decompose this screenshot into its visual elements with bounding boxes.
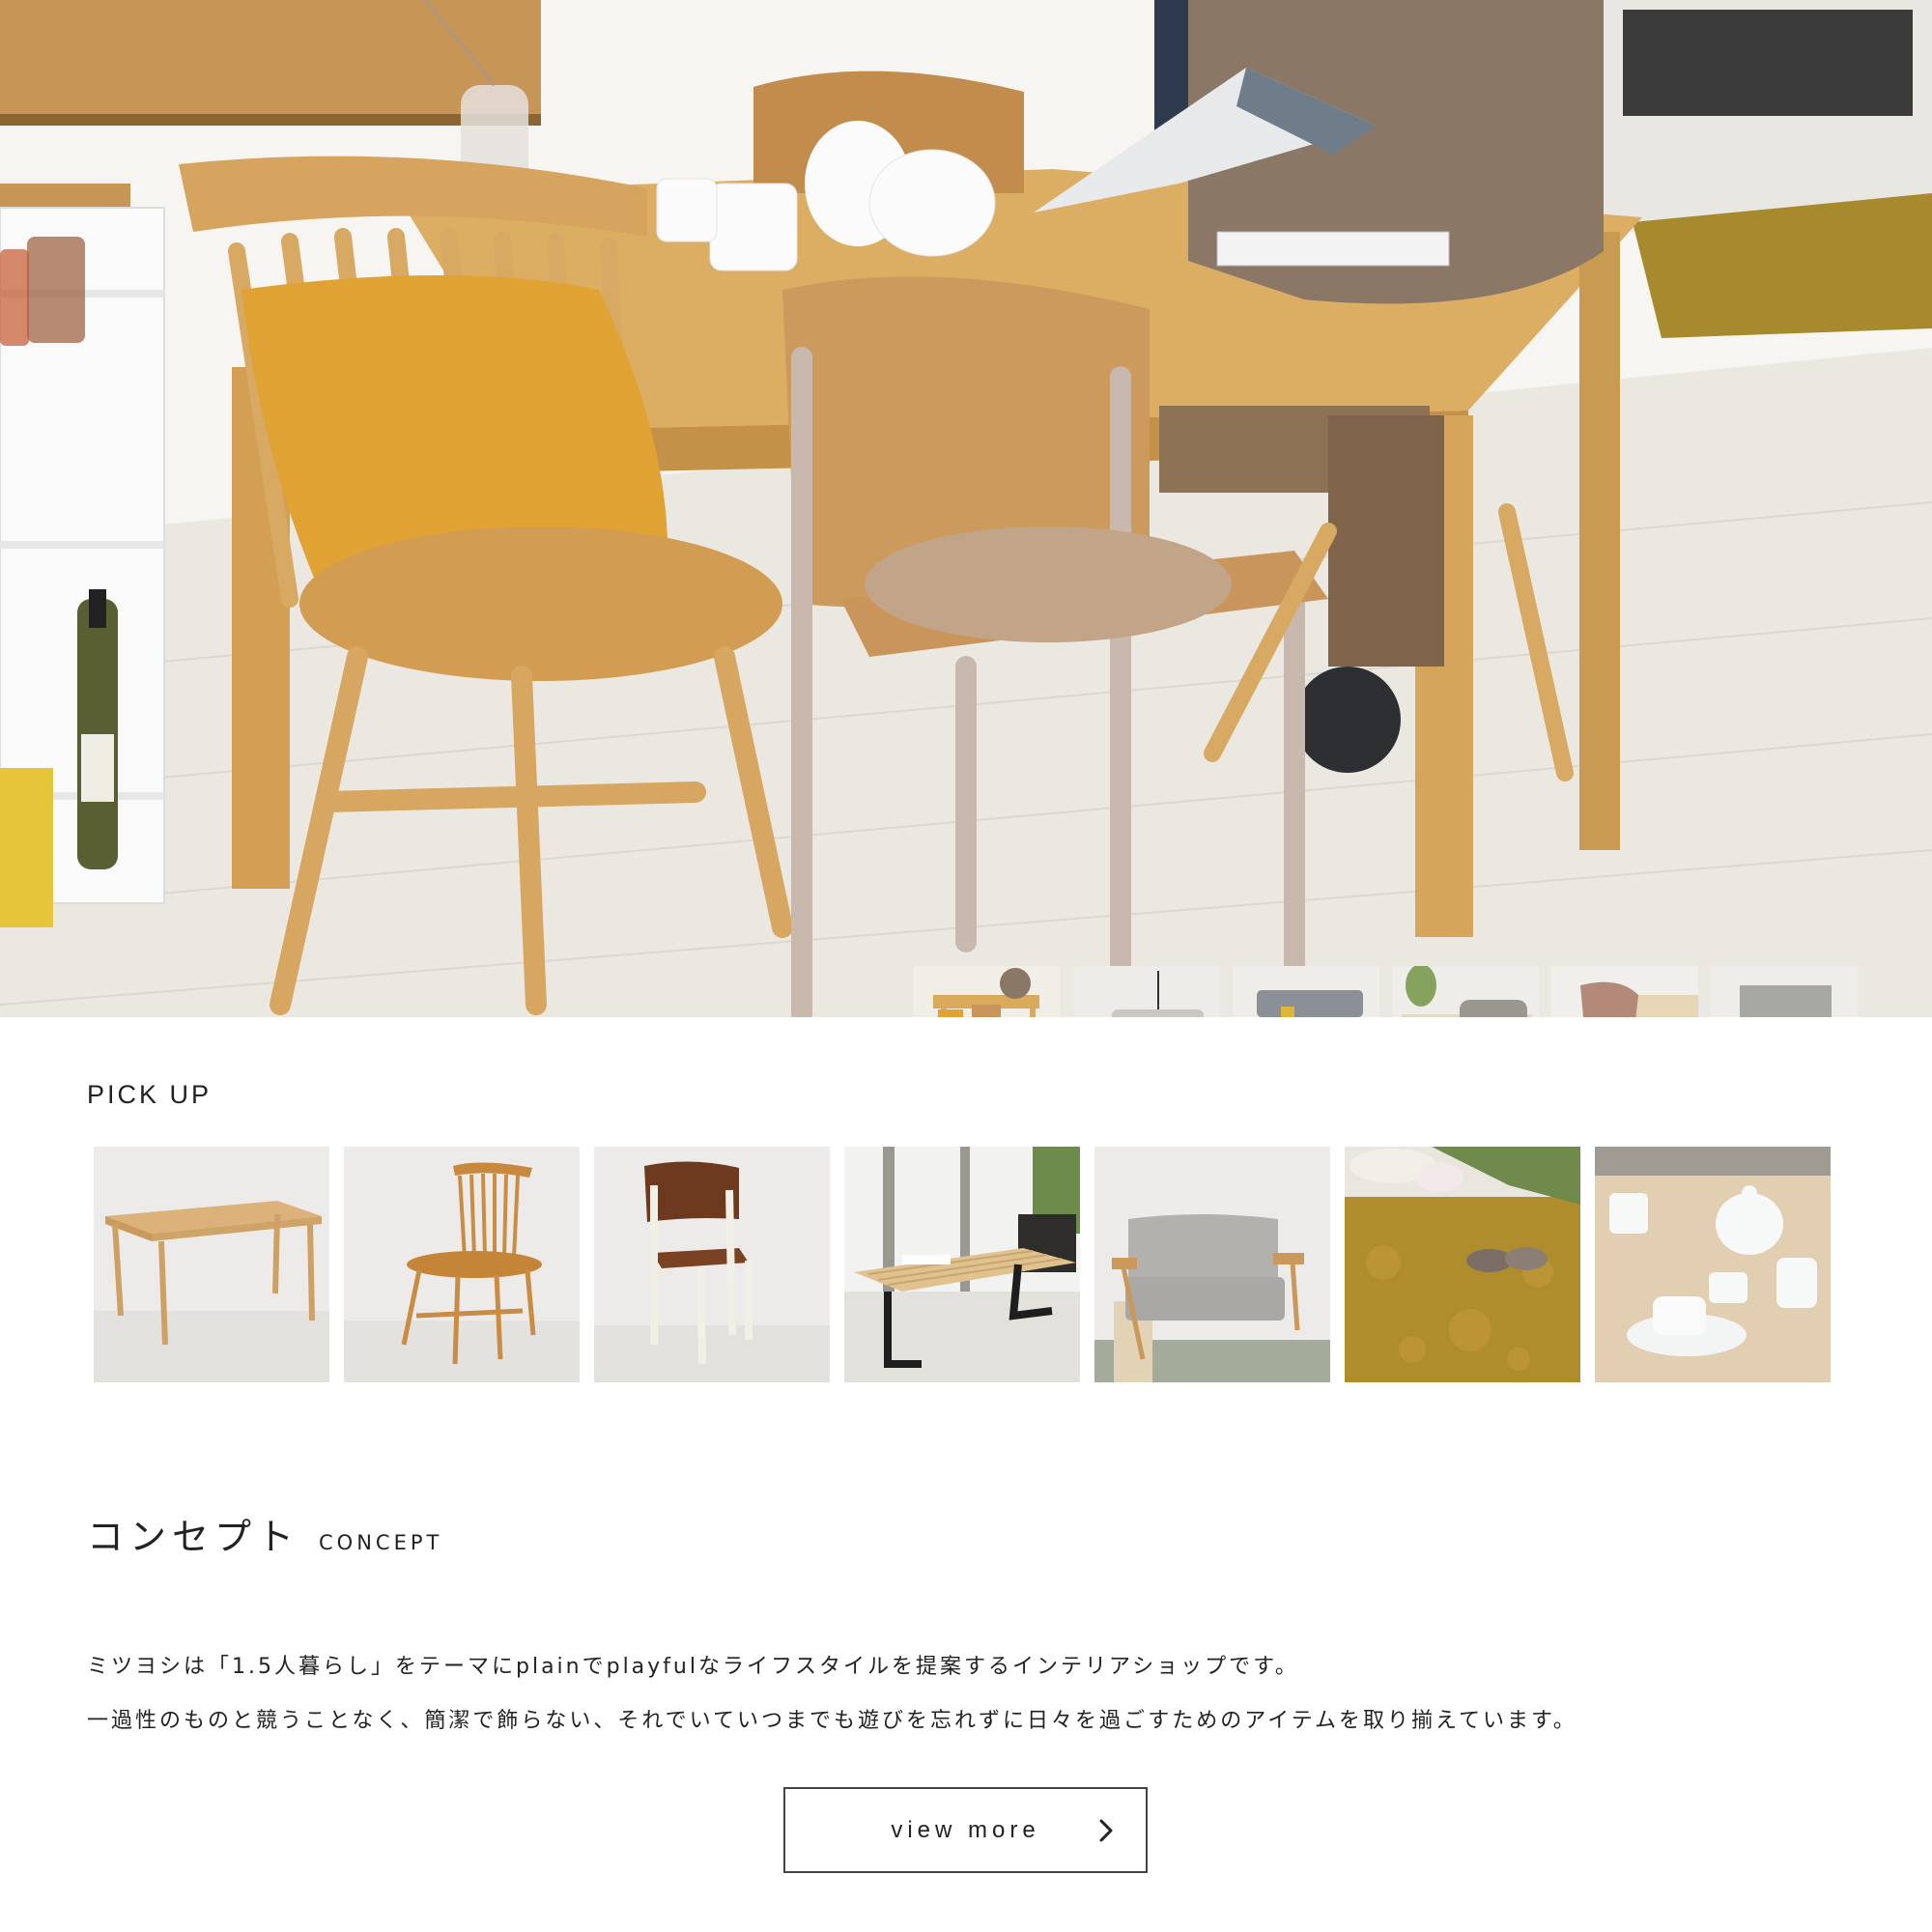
pickup-title: PICK UP [87,1080,213,1109]
windsor-chair-icon [344,1147,580,1382]
concept-heading: コンセプト CONCEPT [87,1507,442,1560]
pickup-item-teapot-set[interactable] [1595,1147,1831,1382]
concept-title-en: CONCEPT [319,1531,443,1554]
concept-line-1: ミツヨシは「1.5人暮らし」をテーマにplainでplayfulなライフスタイル… [87,1655,1299,1679]
pickup-item-shaggy-rug[interactable] [1345,1147,1580,1382]
concept-body: ミツヨシは「1.5人暮らし」をテーマにplainでplayfulなライフスタイル… [87,1640,1577,1748]
pickup-item-two-seat-sofa[interactable] [1094,1147,1330,1382]
teapot-set-icon [1595,1147,1831,1382]
concept-line-2: 一過性のものと競うことなく、簡潔で飾らない、それでいていつまでも遊びを忘れずに日… [87,1709,1577,1733]
dining-table-icon [94,1147,329,1382]
dining-scene-thumb-icon [914,966,1061,1017]
standard-chair-icon [594,1147,830,1382]
two-seat-sofa-icon [1094,1147,1330,1382]
concept-title-jp: コンセプト [87,1516,300,1558]
hero-thumb-2[interactable] [1073,966,1220,1017]
hero-thumbnail-strip [914,966,1858,1017]
shaggy-rug-icon [1345,1147,1580,1382]
pickup-list [94,1147,1831,1382]
hero-slideshow [0,0,1932,1017]
sofa-room-thumb-icon [1073,966,1220,1017]
hero-thumb-1[interactable] [914,966,1061,1017]
view-more-button[interactable]: view more [783,1787,1148,1873]
view-more-label: view more [891,1816,1040,1843]
pickup-item-dining-table[interactable] [94,1147,329,1382]
hero-thumb-3[interactable] [1233,966,1379,1017]
bedroom-thumb-icon [1392,966,1539,1017]
hero-thumb-4[interactable] [1392,966,1539,1017]
pickup-item-windsor-chair[interactable] [344,1147,580,1382]
living-bench-thumb-icon [1233,966,1379,1017]
hero-thumb-5[interactable] [1551,966,1698,1017]
hero-thumb-6[interactable] [1711,966,1858,1017]
slat-bench-icon [844,1147,1080,1382]
storage-box-thumb-icon [1711,966,1858,1017]
office-chair-thumb-icon [1551,966,1698,1017]
chevron-right-icon [1099,1819,1113,1842]
pickup-item-standard-chair[interactable] [594,1147,830,1382]
pickup-item-slat-bench[interactable] [844,1147,1080,1382]
hero-image [0,0,1932,1017]
